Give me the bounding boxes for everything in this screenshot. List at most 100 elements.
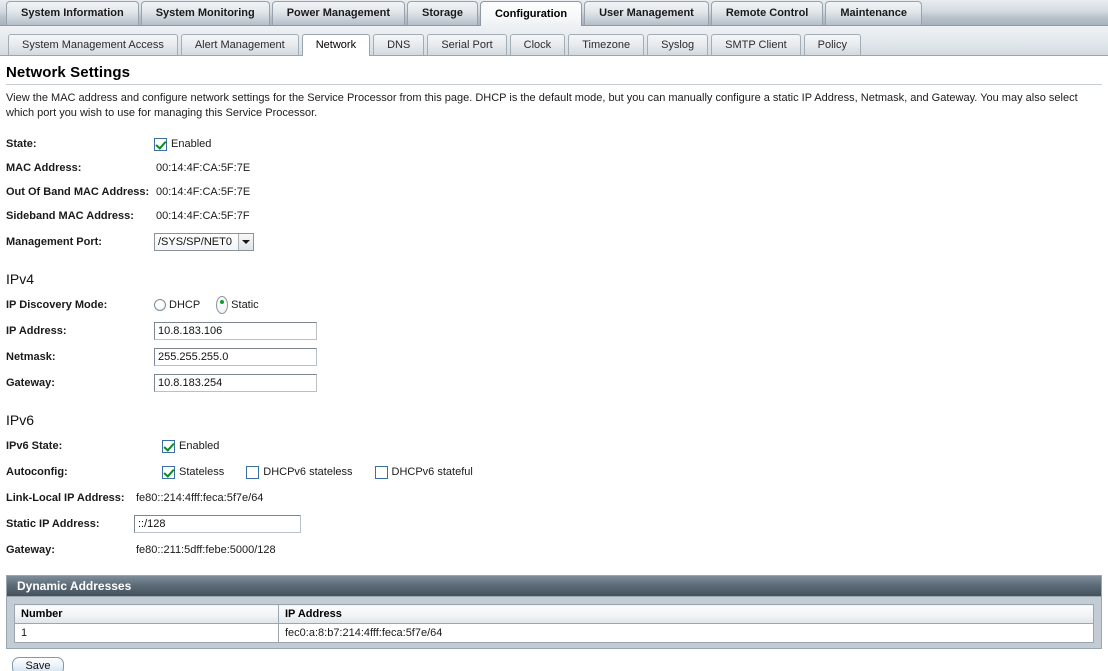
table-header-row: Number IP Address [15,605,1094,624]
ipv6-static-ip-field-wrap [134,515,301,533]
primary-tab-configuration[interactable]: Configuration [480,1,582,26]
ipv6-autoconfig-options: Stateless DHCPv6 stateless DHCPv6 stateful [154,466,495,479]
form-actions: Save [12,657,1102,671]
radio-static-label: Static [231,299,259,311]
ipv6-state-label: IPv6 State: [6,440,154,452]
autoconfig-label-dhcpv6-stateless: DHCPv6 stateless [263,466,352,478]
ipv4-address-row: IP Address: [6,320,1102,342]
mac-address-row: MAC Address: 00:14:4F:CA:5F:7E [6,157,1102,179]
secondary-tab-clock[interactable]: Clock [510,34,566,55]
sideband-mac-address-label: Sideband MAC Address: [6,210,154,222]
autoconfig-checkbox-dhcpv6-stateless[interactable] [246,466,259,479]
state-checkbox[interactable] [154,138,167,151]
ipv6-static-ip-row: Static IP Address: [6,513,1102,535]
ipv6-heading: IPv6 [6,412,1102,428]
ip-discovery-mode-options: DHCP Static [154,296,275,314]
primary-tab-system-information[interactable]: System Information [6,1,139,25]
autoconfig-label-stateless: Stateless [179,466,224,478]
ipv6-state-row: IPv6 State: Enabled [6,435,1102,457]
secondary-tab-policy[interactable]: Policy [804,34,861,55]
secondary-tab-alert-management[interactable]: Alert Management [181,34,299,55]
state-value: Enabled [154,138,211,151]
ipv4-netmask-field-wrap [154,348,317,366]
column-header-number: Number [15,605,279,624]
ip-discovery-mode-label: IP Discovery Mode: [6,299,154,311]
ipv6-gateway-label: Gateway: [6,544,134,556]
ipv6-link-local-value: fe80::214:4fff:feca:5f7e/64 [134,492,263,504]
secondary-tab-serial-port[interactable]: Serial Port [427,34,506,55]
page-description: View the MAC address and configure netwo… [6,91,1102,121]
radio-static[interactable] [216,296,228,314]
secondary-tab-network[interactable]: Network [302,34,370,56]
primary-tab-remote-control[interactable]: Remote Control [711,1,824,25]
ipv4-gateway-row: Gateway: [6,372,1102,394]
ipv6-autoconfig-label: Autoconfig: [6,466,154,478]
mac-address-label: MAC Address: [6,162,154,174]
autoconfig-checkbox-dhcpv6-stateful[interactable] [375,466,388,479]
title-divider [6,84,1102,85]
ipv6-autoconfig-row: Autoconfig: Stateless DHCPv6 stateless DHC… [6,461,1102,483]
state-label: State: [6,138,154,150]
ipv6-state-checkbox-label: Enabled [179,440,219,452]
page-content: Network Settings View the MAC address an… [0,64,1108,671]
ipv4-address-input[interactable] [154,322,317,340]
management-port-row: Management Port: /SYS/SP/NET0 [6,231,1102,253]
save-button[interactable]: Save [12,657,64,671]
dynamic-addresses-panel-title: Dynamic Addresses [7,576,1101,597]
secondary-tab-syslog[interactable]: Syslog [647,34,708,55]
management-port-selected-value: /SYS/SP/NET0 [158,236,238,248]
mac-address-value: 00:14:4F:CA:5F:7E [154,162,250,174]
radio-dhcp[interactable] [154,299,166,311]
primary-tab-power-management[interactable]: Power Management [272,1,405,25]
column-header-ip-address: IP Address [279,605,1094,624]
primary-tab-maintenance[interactable]: Maintenance [825,1,922,25]
ipv6-state-checkbox[interactable] [162,440,175,453]
ipv4-address-label: IP Address: [6,325,154,337]
primary-tab-storage[interactable]: Storage [407,1,478,25]
secondary-tab-dns[interactable]: DNS [373,34,424,55]
sideband-mac-address-value: 00:14:4F:CA:5F:7F [154,210,250,222]
chevron-down-icon [238,234,253,250]
dynamic-addresses-panel: Dynamic Addresses Number IP Address 1fec… [6,575,1102,649]
management-port-select[interactable]: /SYS/SP/NET0 [154,233,254,251]
sideband-mac-address-row: Sideband MAC Address: 00:14:4F:CA:5F:7F [6,205,1102,227]
primary-tab-system-monitoring[interactable]: System Monitoring [141,1,270,25]
management-port-label: Management Port: [6,236,154,248]
ipv4-heading: IPv4 [6,271,1102,287]
ipv4-netmask-label: Netmask: [6,351,154,363]
radio-dhcp-label: DHCP [169,299,200,311]
ipv6-link-local-label: Link-Local IP Address: [6,492,134,504]
secondary-tab-timezone[interactable]: Timezone [568,34,644,55]
dynamic-addresses-table: Number IP Address 1fec0:a:8:b7:214:4fff:… [14,604,1094,643]
primary-tab-bar: System InformationSystem MonitoringPower… [0,0,1108,26]
cell-number: 1 [15,624,279,643]
ipv4-gateway-field-wrap [154,374,317,392]
cell-ip-address: fec0:a:8:b7:214:4fff:feca:5f7e/64 [279,624,1094,643]
ipv4-address-field-wrap [154,322,317,340]
oob-mac-address-label: Out Of Band MAC Address: [6,186,154,198]
ipv4-netmask-input[interactable] [154,348,317,366]
secondary-tab-system-management-access[interactable]: System Management Access [8,34,178,55]
table-row: 1fec0:a:8:b7:214:4fff:feca:5f7e/64 [15,624,1094,643]
autoconfig-label-dhcpv6-stateful: DHCPv6 stateful [392,466,473,478]
ipv4-gateway-input[interactable] [154,374,317,392]
ipv6-link-local-row: Link-Local IP Address: fe80::214:4fff:fe… [6,487,1102,509]
ipv6-static-ip-input[interactable] [134,515,301,533]
autoconfig-checkbox-stateless[interactable] [162,466,175,479]
primary-tab-user-management[interactable]: User Management [584,1,709,25]
state-row: State: Enabled [6,133,1102,155]
ipv4-netmask-row: Netmask: [6,346,1102,368]
ipv6-gateway-row: Gateway: fe80::211:5dff:febe:5000/128 [6,539,1102,561]
oob-mac-address-row: Out Of Band MAC Address: 00:14:4F:CA:5F:… [6,181,1102,203]
state-checkbox-label: Enabled [171,138,211,150]
management-port-value: /SYS/SP/NET0 [154,233,254,251]
secondary-tab-smtp-client[interactable]: SMTP Client [711,34,801,55]
secondary-tab-bar: System Management AccessAlert Management… [0,26,1108,56]
oob-mac-address-value: 00:14:4F:CA:5F:7E [154,186,250,198]
ipv6-state-value: Enabled [154,440,219,453]
ipv6-gateway-value: fe80::211:5dff:febe:5000/128 [134,544,276,556]
ipv6-static-ip-label: Static IP Address: [6,518,134,530]
ipv4-gateway-label: Gateway: [6,377,154,389]
page-title: Network Settings [6,64,1102,84]
ip-discovery-mode-row: IP Discovery Mode: DHCP Static [6,294,1102,316]
